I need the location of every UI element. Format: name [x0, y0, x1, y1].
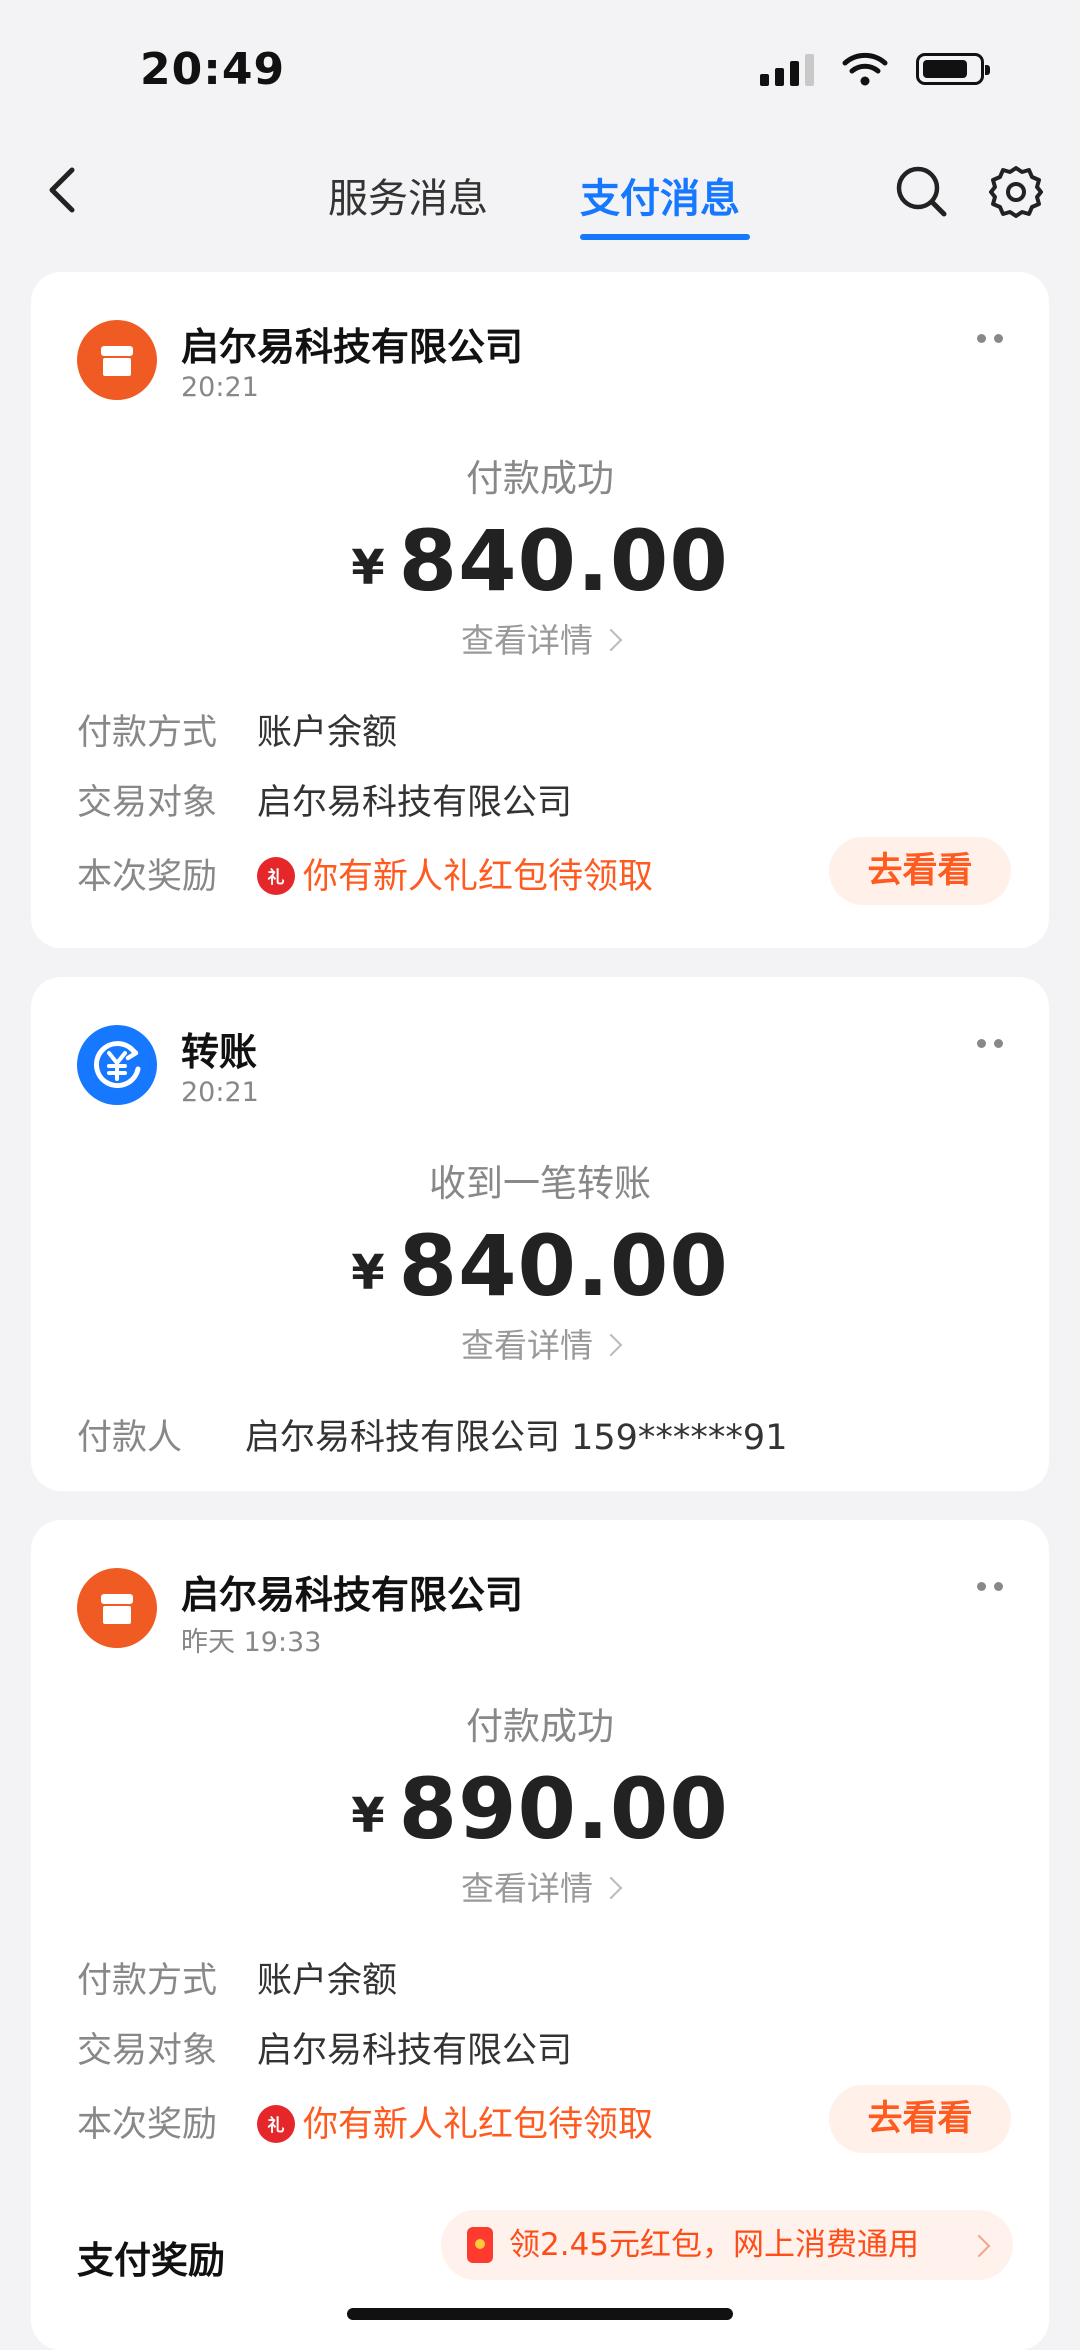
go-see-button[interactable]: 去看看	[829, 2085, 1011, 2153]
payment-status: 付款成功	[466, 457, 614, 500]
view-details-label: 查看详情	[461, 621, 593, 660]
view-details-link[interactable]: 查看详情	[31, 1319, 1049, 1367]
tab-payment-messages[interactable]: 支付消息	[580, 166, 740, 224]
view-details-link[interactable]: 查看详情	[31, 1862, 1049, 1910]
currency-symbol: ¥	[351, 540, 385, 596]
payment-amount: ¥840.00	[31, 512, 1049, 610]
transfer-logo	[77, 1025, 157, 1105]
tab-service-messages[interactable]: 服务消息	[328, 166, 488, 224]
detail-row: 付款方式 账户余额	[77, 1952, 397, 2003]
gear-icon[interactable]	[986, 162, 1046, 222]
store-icon	[101, 346, 133, 376]
red-packet-bonus-button[interactable]: 领2.45元红包，网上消费通用	[441, 2210, 1013, 2280]
chevron-right-icon	[599, 628, 623, 652]
row-label: 付款方式	[77, 713, 218, 753]
merchant-name: 启尔易科技有限公司	[181, 325, 524, 369]
reward-row: 本次奖励 你有新人礼红包待领取	[77, 848, 653, 899]
transfer-card[interactable]: 转账 20:21 收到一笔转账 ¥840.00 查看详情 付款人 启尔易科技有限公…	[31, 977, 1049, 1491]
row-value: 启尔易科技有限公司	[257, 2031, 573, 2071]
transfer-status: 收到一笔转账	[429, 1162, 651, 1205]
payment-bonus-label: 支付奖励	[77, 2239, 225, 2282]
message-time: 昨天 19:33	[181, 1627, 322, 1658]
row-label: 本次奖励	[77, 857, 218, 897]
payment-card[interactable]: 启尔易科技有限公司 昨天 19:33 付款成功 ¥890.00 查看详情 付款方…	[31, 1520, 1049, 2350]
more-options-icon[interactable]	[977, 1039, 1003, 1048]
status-bar: 20:49	[0, 0, 1080, 140]
row-label: 本次奖励	[77, 2105, 218, 2145]
row-label: 付款方式	[77, 1961, 218, 2001]
header: 服务消息 支付消息	[0, 150, 1080, 250]
home-indicator[interactable]	[347, 2308, 733, 2320]
status-icons	[760, 52, 990, 86]
view-details-label: 查看详情	[461, 1326, 593, 1365]
view-details-link[interactable]: 查看详情	[31, 614, 1049, 662]
merchant-logo	[77, 320, 157, 400]
row-value: 启尔易科技有限公司 159******91	[245, 1418, 788, 1458]
message-time: 20:21	[181, 372, 259, 403]
view-details-label: 查看详情	[461, 1869, 593, 1908]
more-options-icon[interactable]	[977, 1582, 1003, 1591]
message-time: 20:21	[181, 1077, 259, 1108]
reward-text: 你有新人礼红包待领取	[303, 2105, 654, 2145]
search-icon[interactable]	[892, 162, 952, 222]
active-tab-indicator	[580, 234, 750, 240]
detail-row: 付款方式 账户余额	[77, 704, 397, 755]
signal-icon	[760, 52, 814, 86]
chevron-right-icon	[599, 1876, 623, 1900]
wifi-icon	[842, 52, 888, 86]
amount-value: 840.00	[398, 1217, 729, 1315]
back-arrow-icon[interactable]	[38, 162, 94, 218]
payment-card[interactable]: 启尔易科技有限公司 20:21 付款成功 ¥840.00 查看详情 付款方式 账户…	[31, 272, 1049, 948]
status-time: 20:49	[140, 44, 286, 95]
currency-symbol: ¥	[351, 1245, 385, 1301]
chevron-right-icon	[599, 1333, 623, 1357]
merchant-name: 启尔易科技有限公司	[181, 1573, 524, 1617]
row-value: 启尔易科技有限公司	[257, 783, 573, 823]
payment-status: 付款成功	[466, 1705, 614, 1748]
row-value: 账户余额	[257, 1961, 398, 2001]
reward-row: 本次奖励 你有新人礼红包待领取	[77, 2096, 653, 2147]
detail-row: 交易对象 启尔易科技有限公司	[77, 2022, 572, 2073]
red-packet-icon	[467, 2227, 493, 2263]
transfer-icon	[94, 1041, 141, 1089]
gift-icon	[257, 2105, 295, 2143]
row-label: 交易对象	[77, 783, 218, 823]
bonus-text: 领2.45元红包，网上消费通用	[509, 2227, 920, 2263]
detail-row: 交易对象 启尔易科技有限公司	[77, 774, 572, 825]
row-value: 账户余额	[257, 713, 398, 753]
gift-icon	[257, 857, 295, 895]
reward-text: 你有新人礼红包待领取	[303, 857, 654, 897]
go-see-button[interactable]: 去看看	[829, 837, 1011, 905]
amount-value: 840.00	[398, 512, 729, 610]
transfer-title: 转账	[181, 1030, 258, 1074]
store-icon	[101, 1594, 133, 1624]
battery-icon	[916, 53, 990, 85]
more-options-icon[interactable]	[977, 334, 1003, 343]
row-label: 付款人	[77, 1418, 183, 1458]
row-label: 交易对象	[77, 2031, 218, 2071]
detail-row: 付款人 启尔易科技有限公司 159******91	[77, 1409, 787, 1460]
chevron-right-icon	[967, 2234, 991, 2258]
currency-symbol: ¥	[351, 1788, 385, 1844]
amount-value: 890.00	[398, 1760, 729, 1858]
transfer-amount: ¥840.00	[31, 1217, 1049, 1315]
merchant-logo	[77, 1568, 157, 1648]
payment-amount: ¥890.00	[31, 1760, 1049, 1858]
